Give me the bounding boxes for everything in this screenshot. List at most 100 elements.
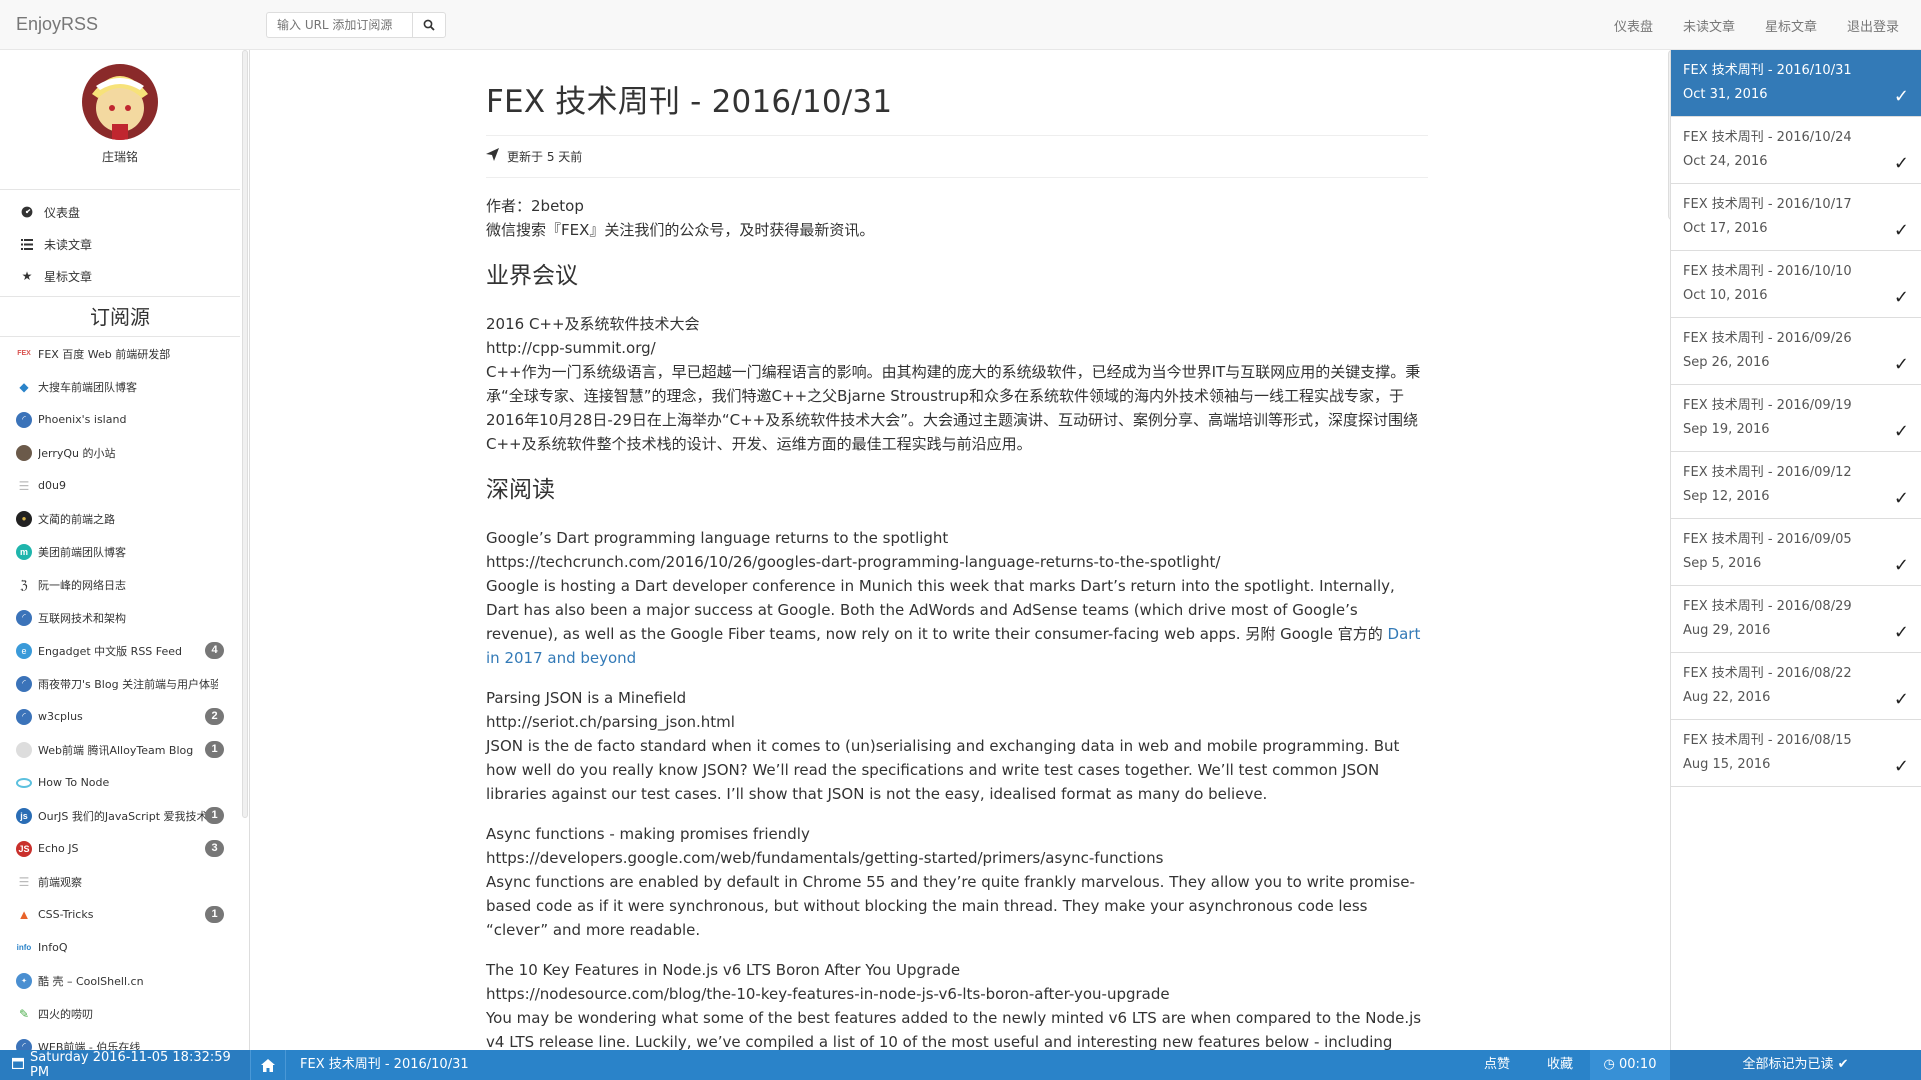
feed-item[interactable]: How To Node (0, 766, 240, 799)
feed-item[interactable]: js OurJS 我们的JavaScript 爱我技术 1 (0, 799, 240, 832)
feed-item[interactable]: ✦ 酷 壳 – CoolShell.cn (0, 964, 240, 997)
list-item-title: FEX 技术周刊 - 2016/08/22 (1683, 666, 1852, 681)
feed-item[interactable]: ▲ CSS-Tricks 1 (0, 898, 240, 931)
feed-item[interactable]: ✎ 四火的唠叨 (0, 997, 240, 1030)
check-icon[interactable]: ✓ (1894, 220, 1909, 241)
check-icon[interactable]: ✓ (1894, 689, 1909, 710)
article-list-item[interactable]: FEX 技术周刊 - 2016/09/12 Sep 12, 2016 ✓ (1671, 452, 1921, 519)
search-button[interactable] (412, 12, 446, 38)
check-icon[interactable]: ✓ (1894, 86, 1909, 107)
article-list-item[interactable]: FEX 技术周刊 - 2016/10/24 Oct 24, 2016 ✓ (1671, 117, 1921, 184)
feed-item[interactable]: ◜ Phoenix's island (0, 403, 240, 436)
article-list-item[interactable]: FEX 技术周刊 - 2016/08/15 Aug 15, 2016 ✓ (1671, 720, 1921, 787)
avatar[interactable] (82, 64, 158, 140)
feed-name: FEX 百度 Web 前端研发部 (38, 347, 171, 361)
sidebar-item-dashboard[interactable]: 仪表盘 (0, 196, 240, 228)
feed-item[interactable]: m 美团前端团队博客 (0, 535, 240, 568)
check-icon[interactable]: ✓ (1894, 287, 1909, 308)
nav-unread[interactable]: 未读文章 (1683, 16, 1735, 35)
article-list-item[interactable]: FEX 技术周刊 - 2016/08/22 Aug 22, 2016 ✓ (1671, 653, 1921, 720)
like-button[interactable]: 点赞 (1472, 1050, 1522, 1080)
list-item-date: Aug 22, 2016 (1683, 690, 1771, 705)
article-list-item[interactable]: FEX 技术周刊 - 2016/08/29 Aug 29, 2016 ✓ (1671, 586, 1921, 653)
feed-item[interactable]: JerryQu 的小站 (0, 436, 240, 469)
feed-item[interactable]: ◜ 雨夜带刀's Blog 关注前端与用户体验 (0, 667, 240, 700)
feed-name: 美团前端团队博客 (38, 545, 126, 559)
article-list-item[interactable]: FEX 技术周刊 - 2016/09/19 Sep 19, 2016 ✓ (1671, 385, 1921, 452)
feed-url-input[interactable] (266, 12, 412, 38)
feed-item[interactable]: Web前端 腾讯AlloyTeam Blog 1 (0, 733, 240, 766)
feed-item[interactable]: JS Echo JS 3 (0, 832, 240, 865)
favorite-button[interactable]: 收藏 (1532, 1050, 1588, 1080)
item-url[interactable]: http://cpp-summit.org/ (486, 336, 1428, 360)
list-item-title: FEX 技术周刊 - 2016/08/15 (1683, 733, 1852, 748)
feed-name: 四火的唠叨 (38, 1007, 93, 1021)
diamond-icon: ◆ (19, 379, 29, 394)
feed-item[interactable]: ℨ 阮一峰的网络日志 (0, 568, 240, 601)
list-item-title: FEX 技术周刊 - 2016/09/26 (1683, 331, 1852, 346)
feed-list: FEX FEX 百度 Web 前端研发部 ◆ 大搜车前端团队博客 ◜ Phoen… (0, 337, 249, 1063)
feed-item[interactable]: ◜ w3cplus 2 (0, 700, 240, 733)
feed-item[interactable]: ◜ 互联网技术和架构 (0, 601, 240, 634)
feed-item[interactable]: FEX FEX 百度 Web 前端研发部 (0, 337, 240, 370)
top-navbar: EnjoyRSS 仪表盘 未读文章 星标文章 退出登录 (0, 0, 1921, 50)
feed-item[interactable]: ☰ d0u9 (0, 469, 240, 502)
check-icon[interactable]: ✓ (1894, 421, 1909, 442)
list-item-date: Sep 19, 2016 (1683, 422, 1770, 437)
feeds-heading: 订阅源 (0, 297, 240, 337)
list-item-title: FEX 技术周刊 - 2016/09/19 (1683, 398, 1852, 413)
divider (486, 177, 1428, 178)
nav-logout[interactable]: 退出登录 (1847, 16, 1899, 35)
item-url[interactable]: https://nodesource.com/blog/the-10-key-f… (486, 982, 1428, 1006)
article: FEX 技术周刊 - 2016/10/31 更新于 5 天前 作者：2betop… (486, 50, 1428, 1050)
unread-count-badge: 1 (205, 741, 224, 758)
mark-all-read-button[interactable]: 全部标记为已读 ✔ (1670, 1050, 1921, 1080)
list-item-date: Oct 17, 2016 (1683, 221, 1768, 236)
feed-item[interactable]: info InfoQ (0, 931, 240, 964)
item-description: C++作为一门系统级语言，早已超越一门编程语言的影响。由其构建的庞大的系统级软件… (486, 363, 1421, 453)
dark-circle-icon: ● (16, 510, 32, 527)
sidebar-scrollbar[interactable] (242, 50, 248, 818)
divider (486, 135, 1428, 136)
feed-name: 酷 壳 – CoolShell.cn (38, 974, 144, 988)
item-description: You may be wondering what some of the be… (486, 1009, 1422, 1050)
rss-icon: ◜ (16, 675, 32, 692)
sidebar-item-starred[interactable]: ★ 星标文章 (0, 260, 240, 292)
article-list-item[interactable]: FEX 技术周刊 - 2016/10/10 Oct 10, 2016 ✓ (1671, 251, 1921, 318)
article-list-item[interactable]: FEX 技术周刊 - 2016/09/26 Sep 26, 2016 ✓ (1671, 318, 1921, 385)
brand-logo[interactable]: EnjoyRSS (16, 14, 98, 35)
item-url[interactable]: http://seriot.ch/parsing_json.html (486, 710, 1428, 734)
star-icon: ★ (21, 269, 33, 283)
article-list-item[interactable]: FEX 技术周刊 - 2016/10/17 Oct 17, 2016 ✓ (1671, 184, 1921, 251)
feed-item[interactable]: e Engadget 中文版 RSS Feed 4 (0, 634, 240, 667)
check-icon[interactable]: ✓ (1894, 756, 1909, 777)
check-icon[interactable]: ✓ (1894, 622, 1909, 643)
list-item-date: Aug 29, 2016 (1683, 623, 1771, 638)
sidebar-item-unread[interactable]: 未读文章 (0, 228, 240, 260)
article-list-item[interactable]: FEX 技术周刊 - 2016/09/05 Sep 5, 2016 ✓ (1671, 519, 1921, 586)
unread-count-badge: 1 (205, 807, 224, 824)
feed-item[interactable]: ● 文蔺的前端之路 (0, 502, 240, 535)
feed-name: OurJS 我们的JavaScript 爱我技术 (38, 809, 208, 823)
check-icon[interactable]: ✓ (1894, 555, 1909, 576)
feed-name: w3cplus (38, 710, 83, 723)
fex-icon: FEX (17, 350, 31, 357)
section-heading: 深阅读 (486, 477, 555, 503)
nav-dashboard[interactable]: 仪表盘 (1614, 16, 1653, 35)
list-item-title: FEX 技术周刊 - 2016/10/17 (1683, 197, 1852, 212)
echojs-icon: JS (16, 840, 32, 857)
item-url[interactable]: https://developers.google.com/web/fundam… (486, 846, 1428, 870)
feed-item[interactable]: ☰ 前端观察 (0, 865, 240, 898)
clock-icon: ◷ (1603, 1057, 1615, 1072)
feed-item[interactable]: ◆ 大搜车前端团队博客 (0, 370, 240, 403)
check-icon[interactable]: ✓ (1894, 488, 1909, 509)
home-button[interactable] (250, 1050, 286, 1080)
check-icon[interactable]: ✓ (1894, 354, 1909, 375)
article-list-item[interactable]: FEX 技术周刊 - 2016/10/31 Oct 31, 2016 ✓ (1671, 50, 1921, 117)
list-item-date: Oct 10, 2016 (1683, 288, 1768, 303)
list-item-date: Sep 12, 2016 (1683, 489, 1770, 504)
check-icon[interactable]: ✓ (1894, 153, 1909, 174)
item-url[interactable]: https://techcrunch.com/2016/10/26/google… (486, 550, 1428, 574)
unread-count-badge: 3 (205, 840, 224, 857)
nav-starred[interactable]: 星标文章 (1765, 16, 1817, 35)
